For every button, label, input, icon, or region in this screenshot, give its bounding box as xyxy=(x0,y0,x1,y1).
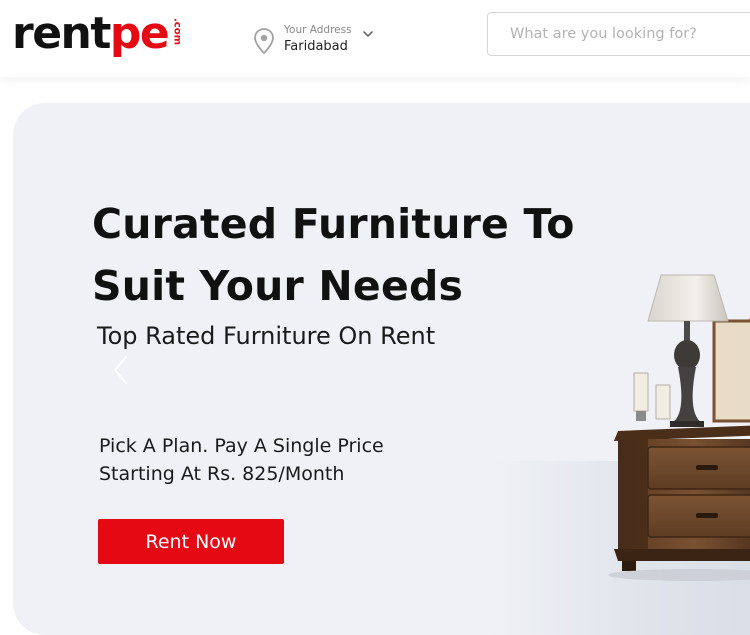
address-label: Your Address xyxy=(284,24,352,36)
logo-text-com: .com xyxy=(171,18,183,46)
site-header: rent pe .com Your Address Faridabad xyxy=(0,0,750,77)
rentpe-logo[interactable]: rent pe .com xyxy=(12,4,183,64)
chevron-down-icon[interactable] xyxy=(362,28,374,40)
hero-title: Curated Furniture To Suit Your Needs xyxy=(92,193,652,317)
address-selector[interactable]: Your Address Faridabad xyxy=(254,24,374,58)
rent-now-button[interactable]: Rent Now xyxy=(98,519,284,564)
logo-text-pe: pe xyxy=(109,8,170,59)
map-pin-icon xyxy=(254,28,274,54)
nightstand-lamp-image xyxy=(608,274,750,581)
plan-line-2: Starting At Rs. 825/Month xyxy=(99,463,345,485)
plan-line-1: Pick A Plan. Pay A Single Price xyxy=(99,435,384,457)
logo-text-rent: rent xyxy=(12,8,111,59)
search-input[interactable] xyxy=(488,13,750,55)
hero-title-line-1: Curated Furniture To xyxy=(92,200,575,248)
hero-plan-text: Pick A Plan. Pay A Single Price Starting… xyxy=(99,432,519,488)
search-box xyxy=(487,12,750,56)
hero-subtitle: Top Rated Furniture On Rent xyxy=(97,322,436,350)
hero-title-line-2: Suit Your Needs xyxy=(92,262,464,310)
address-value: Faridabad xyxy=(284,39,348,54)
hero-banner: Curated Furniture To Suit Your Needs Top… xyxy=(13,103,750,635)
chevron-left-icon[interactable] xyxy=(111,355,131,385)
